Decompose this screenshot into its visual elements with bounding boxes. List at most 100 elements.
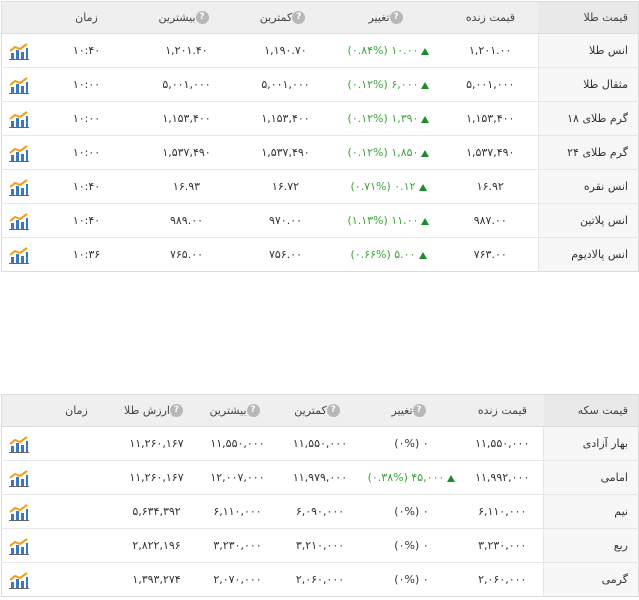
question-mark-icon[interactable]: ? [389,11,403,25]
row-chart [1,460,37,495]
row-name: بهار آزادی [543,426,639,461]
row-low: ۵,۰۰۱,۰۰۰ [236,67,335,102]
gold-header-low: ?کمترین [236,1,335,34]
table-row: انس نقره ۱۶.۹۲ ۰.۱۲ (۰.۷۱%) ۱۶.۷۲ ۱۶.۹۳ ۱۰:۴۰ [1,169,639,204]
question-mark-icon[interactable]: ? [195,11,209,25]
chart-icon[interactable] [9,246,30,264]
row-change-value: ۱۰.۰۰ (۰.۸۴%) [347,44,419,57]
chart-icon[interactable] [9,435,30,453]
row-price: ۲,۰۶۰,۰۰۰ [478,573,527,586]
row-chart [1,135,37,170]
row-value: ۵,۶۳۴,۳۹۲ [116,494,197,529]
table-row: ربع ۳,۲۳۰,۰۰۰ ۰ (۰%) ۳,۲۱۰,۰۰۰ ۳,۲۳۰,۰۰۰ ۲,۸۲… [1,528,639,563]
row-value: ۱۱,۲۶۰,۱۶۷ [116,460,197,495]
row-price: ۷۶۳.۰۰ [473,248,507,261]
chart-icon[interactable] [9,503,30,521]
chart-icon[interactable] [9,212,30,230]
up-triangle-icon [447,474,456,482]
row-high: ۱,۵۳۷,۴۹۰ [136,135,237,170]
question-mark-icon[interactable]: ? [412,404,426,418]
row-high: ۱۲,۰۰۷,۰۰۰ [196,460,279,495]
gold-header-price: قیمت زنده [442,1,539,34]
table-row: انس پلاتین ۹۸۷.۰۰ ۱۱.۰۰ (۱.۱۳%) ۹۷۰.۰۰ ۹۸۹.۰… [1,203,639,238]
question-mark-icon[interactable]: ? [169,404,183,418]
chart-icon[interactable] [9,537,30,555]
coin-header-time: زمان [36,394,117,427]
row-time [36,460,117,495]
question-mark-icon[interactable]: ? [326,404,340,418]
gold-header-time: زمان [36,1,137,34]
row-chart [1,203,37,238]
up-triangle-icon [421,149,430,157]
row-time: ۱۰:۴۰ [36,169,137,204]
row-chart [2,238,37,272]
coin-header-low-label: کمترین [294,403,327,417]
up-triangle-icon [421,217,430,225]
row-low: ۳,۲۱۰,۰۰۰ [278,528,362,563]
row-change-value: ۱,۳۹۰ (۰.۱۲%) [347,112,419,125]
chart-icon[interactable] [9,571,30,589]
row-chart [1,494,37,529]
row-price: ۵,۰۰۱,۰۰۰ [442,67,539,102]
row-high: ۷۶۵.۰۰ [169,248,204,261]
row-name: گرم طلای ۱۸ [538,101,639,136]
row-high: ۱,۲۰۱.۴۰ [136,33,237,68]
row-low: ۱,۱۹۰.۷۰ [236,33,335,68]
row-change: ۱۱.۰۰ (۱.۱۳%) [334,203,443,238]
row-low: ۶,۰۹۰,۰۰۰ [278,494,362,529]
chart-icon[interactable] [9,42,30,60]
chart-icon[interactable] [9,178,30,196]
gold-table-body: انس طلا ۱,۲۰۱.۰۰ ۱۰.۰۰ (۰.۸۴%) ۱,۱۹۰.۷۰ ۱,۲۰… [1,33,639,272]
coin-header-price: قیمت زنده [461,394,544,427]
table-row: نیم ۶,۱۱۰,۰۰۰ ۰ (۰%) ۶,۰۹۰,۰۰۰ ۶,۱۱۰,۰۰۰ ۵,۶۳… [1,494,639,529]
row-high: ۱,۱۵۳,۴۰۰ [136,101,237,136]
row-high: ۶,۱۱۰,۰۰۰ [196,494,279,529]
gold-header-chart [1,1,37,34]
row-price: ۱,۱۵۳,۴۰۰ [442,101,539,136]
table-row: گرم طلای ۱۸ ۱,۱۵۳,۴۰۰ ۱,۳۹۰ (۰.۱۲%) ۱,۱۵۳,۴… [1,101,639,136]
row-name: انس پالادیوم [538,237,639,272]
up-triangle-icon [421,47,430,55]
coin-header-high: ?بیشترین [196,394,279,427]
row-high: ۳,۲۳۰,۰۰۰ [196,528,279,563]
row-low: ۱,۵۳۷,۴۹۰ [236,135,335,170]
row-change-value: ۰ (۰%) [394,437,429,450]
coin-header-chart [1,394,37,427]
up-triangle-icon [421,81,430,89]
row-name: نیم [543,494,639,529]
question-mark-icon[interactable]: ? [246,404,260,418]
row-chart [1,101,37,136]
row-time [36,494,117,529]
coin-header-high-label: بیشترین [209,403,247,417]
row-value: ۲,۸۲۲,۱۹۶ [116,528,197,563]
chart-icon[interactable] [9,144,30,162]
row-change: ۱۰.۰۰ (۰.۸۴%) [334,33,443,68]
coin-header-name: قیمت سکه [543,394,639,427]
row-chart [1,426,37,461]
row-name: مثقال طلا [538,67,639,102]
gold-header-high: ?بیشترین [136,1,237,34]
row-change: ۰ (۰%) [361,426,462,461]
table-row: مثقال طلا ۵,۰۰۱,۰۰۰ ۶,۰۰۰ (۰.۱۲%) ۵,۰۰۱,۰۰۰… [1,67,639,102]
coin-header-change: ?تغییر [361,394,462,427]
row-name: انس نقره [538,169,639,204]
table-row: انس طلا ۱,۲۰۱.۰۰ ۱۰.۰۰ (۰.۸۴%) ۱,۱۹۰.۷۰ ۱,۲۰… [1,33,639,68]
up-triangle-icon [418,251,427,259]
row-high: ۵,۰۰۱,۰۰۰ [136,67,237,102]
row-time [37,563,117,597]
row-time: ۱۰:۴۰ [36,33,137,68]
row-change: ۰ (۰%) [362,563,462,597]
row-change-value: ۱۱.۰۰ (۱.۱۳%) [347,214,419,227]
chart-icon[interactable] [9,76,30,94]
question-mark-icon[interactable]: ? [292,11,306,25]
row-high: ۹۸۹.۰۰ [136,203,237,238]
chart-icon[interactable] [9,110,30,128]
row-high: ۱۱,۵۵۰,۰۰۰ [196,426,279,461]
row-change: ۰.۱۲ (۰.۷۱%) [334,169,443,204]
row-name: انس پلاتین [538,203,639,238]
chart-icon[interactable] [9,469,30,487]
up-triangle-icon [421,115,430,123]
coin-price-table: قیمت سکه قیمت زنده ?تغییر ?کمترین ?بیشتر… [1,394,639,597]
row-price: ۱,۲۰۱.۰۰ [442,33,539,68]
coin-table-body: بهار آزادی ۱۱,۵۵۰,۰۰۰ ۰ (۰%) ۱۱,۵۵۰,۰۰۰ ۱۱,۵… [1,426,639,597]
